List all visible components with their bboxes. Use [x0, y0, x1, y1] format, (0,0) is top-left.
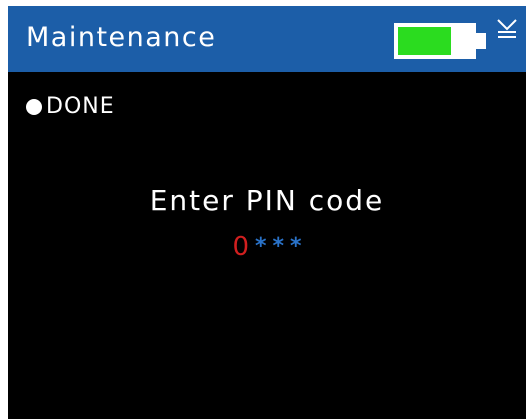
pin-masked-digit: * [255, 234, 267, 259]
pin-input[interactable]: 0 * * * [8, 232, 526, 262]
status-label: DONE [46, 94, 115, 119]
device-screen: Maintenance DONE Enter PIN code 0 * * * [8, 6, 526, 419]
battery-icon [394, 23, 488, 59]
pin-active-digit[interactable]: 0 [232, 232, 249, 262]
pin-masked-digit: * [290, 234, 302, 259]
signal-icon [496, 18, 518, 40]
page-title: Maintenance [26, 22, 217, 53]
status-indicator: DONE [26, 92, 115, 122]
pin-masked-digit: * [272, 234, 285, 259]
battery-fill [398, 27, 451, 55]
pin-prompt: Enter PIN code [149, 184, 385, 217]
dot-icon [26, 99, 42, 115]
title-bar: Maintenance [8, 6, 526, 72]
